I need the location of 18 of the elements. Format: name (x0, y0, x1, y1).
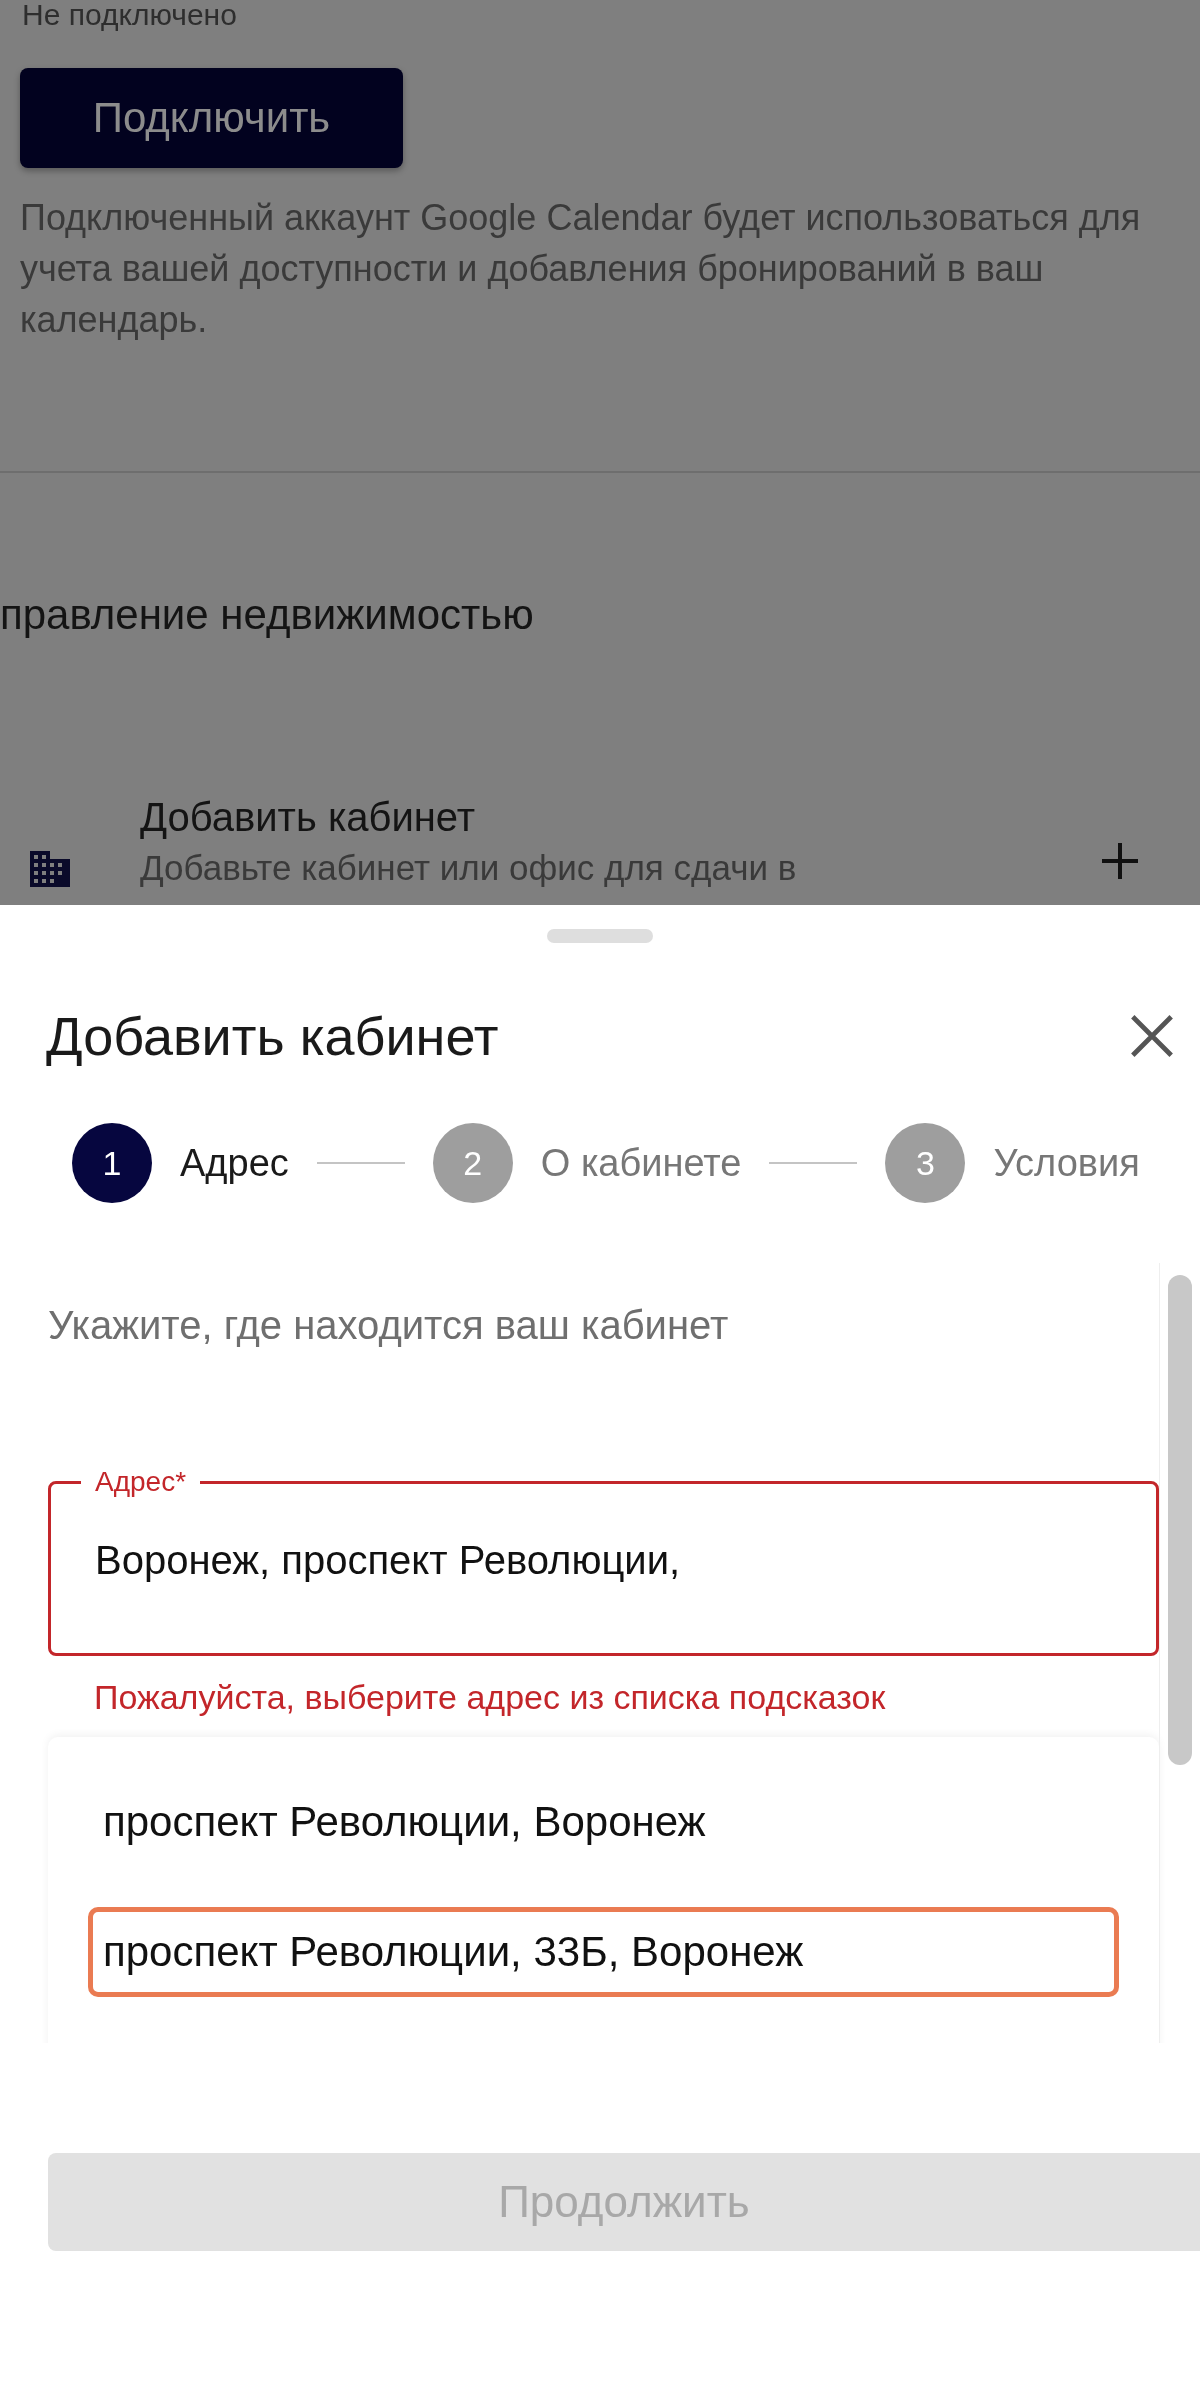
connect-button[interactable]: Подключить (20, 68, 403, 168)
section-title: правление недвижимостью (0, 591, 535, 639)
suggestion-item[interactable]: проспект Революции, 33Б, Воронеж (88, 1907, 1119, 1997)
scrollbar-thumb[interactable] (1168, 1275, 1192, 1765)
add-room-subtitle: Добавьте кабинет или офис для сдачи в (140, 847, 798, 888)
error-text: Пожалуйста, выберите адрес из списка подсказок (94, 1678, 887, 1717)
plus-icon[interactable] (1100, 841, 1140, 881)
step-tab[interactable]: 2 О кабинете (432, 1123, 742, 1203)
prompt-text: Укажите, где находится ваш кабинет (48, 1302, 730, 1348)
description-text: Подключенный аккаунт Google Calendar будет использоваться для учета вашей доступности и добавления бронирований в ваш календарь. (20, 196, 1142, 342)
drag-handle[interactable] (547, 929, 653, 943)
close-icon[interactable] (1128, 1012, 1176, 1060)
step-tab[interactable]: 3 Условия (885, 1123, 1140, 1203)
sheet-title: Добавить кабинет (46, 1005, 499, 1067)
add-room-title: Добавить кабинет (140, 794, 477, 840)
status-text: Не подключено (21, 0, 238, 33)
suggestion-item[interactable]: проспект Революции, Воронеж (88, 1777, 1119, 1867)
step-tab[interactable]: 1 Адрес (72, 1123, 289, 1203)
